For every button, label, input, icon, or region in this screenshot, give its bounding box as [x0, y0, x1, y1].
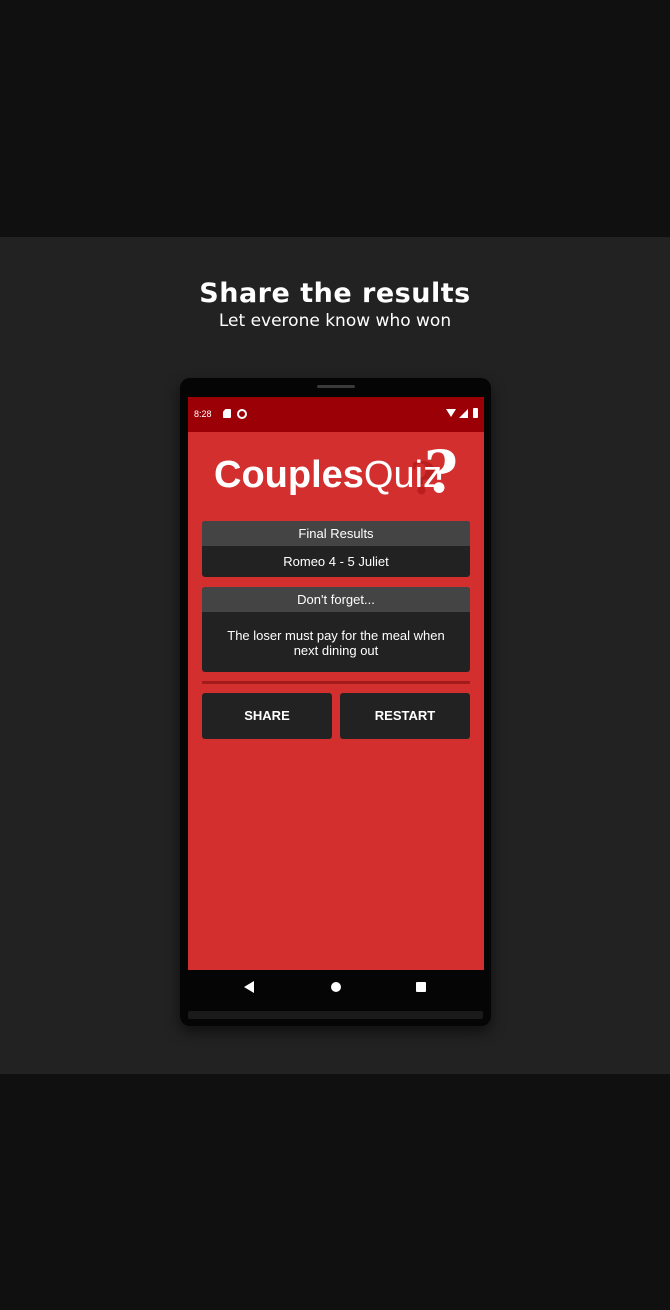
app-screen: 8:28 ? CouplesQuiz ? Final Results Romeo… — [188, 397, 484, 970]
logo-text: CouplesQuiz — [214, 454, 442, 497]
results-card-header: Final Results — [202, 521, 470, 546]
results-score: Romeo 4 - 5 Juliet — [283, 554, 389, 569]
phone-frame: 8:28 ? CouplesQuiz ? Final Results Romeo… — [180, 378, 491, 1026]
logo-question-mark: ? — [424, 438, 458, 506]
wifi-icon — [446, 409, 456, 417]
back-icon[interactable] — [244, 981, 254, 993]
restart-button[interactable]: RESTART — [340, 693, 470, 739]
sync-icon — [237, 409, 247, 419]
navigation-bar — [188, 970, 484, 1004]
share-button[interactable]: SHARE — [202, 693, 332, 739]
reminder-card: Don't forget... The loser must pay for t… — [202, 587, 470, 672]
reminder-card-header: Don't forget... — [202, 587, 470, 612]
sd-card-icon — [223, 409, 231, 418]
recents-icon[interactable] — [416, 982, 426, 992]
app-logo: ? CouplesQuiz ? — [214, 438, 474, 506]
signal-icon — [459, 409, 468, 418]
promo-title: Share the results — [199, 278, 471, 309]
home-icon[interactable] — [331, 982, 341, 992]
results-card: Final Results Romeo 4 - 5 Juliet — [202, 521, 470, 577]
phone-bottom-bezel — [188, 1011, 483, 1019]
divider — [202, 681, 470, 684]
battery-icon — [473, 408, 478, 418]
reminder-message: The loser must pay for the meal when nex… — [227, 628, 445, 658]
status-bar: 8:28 — [188, 397, 484, 432]
speaker-grille — [317, 385, 355, 388]
status-time: 8:28 — [194, 409, 212, 419]
logo-bold: Couples — [214, 454, 364, 496]
promo-subtitle: Let everone know who won — [218, 311, 452, 331]
